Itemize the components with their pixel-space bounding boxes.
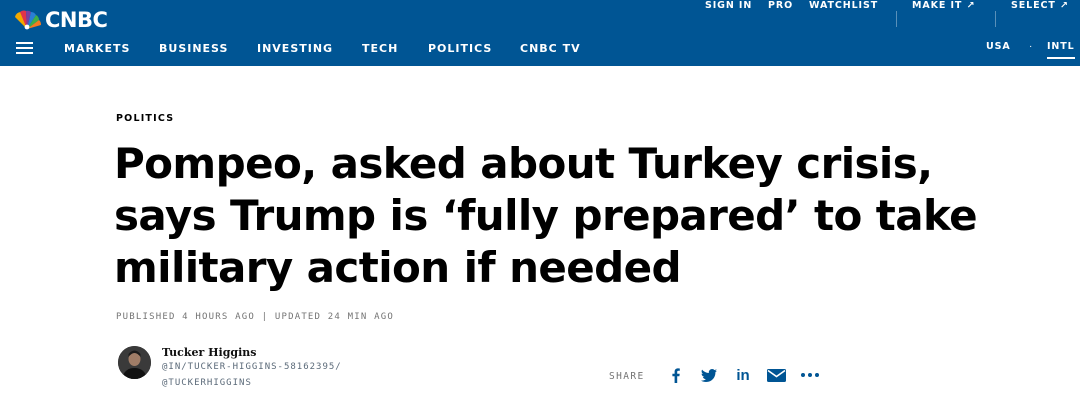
- edition-intl[interactable]: INTL: [1047, 41, 1075, 53]
- brand-name: CNBC: [45, 8, 108, 32]
- author-avatar[interactable]: [118, 346, 151, 379]
- author-photo: [118, 346, 151, 379]
- author-twitter-link[interactable]: @TUCKERHIGGINS: [162, 377, 252, 389]
- hamburger-menu-icon[interactable]: [16, 42, 33, 54]
- nav-politics[interactable]: POLITICS: [428, 42, 492, 56]
- select-link[interactable]: SELECT ↗: [1011, 0, 1069, 12]
- more-icon[interactable]: [800, 366, 820, 384]
- article-timestamps: PUBLISHED 4 HOURS AGO | UPDATED 24 MIN A…: [116, 312, 394, 322]
- make-it-link[interactable]: MAKE IT ↗: [912, 0, 975, 12]
- header-divider: [995, 11, 996, 27]
- pro-link[interactable]: PRO: [768, 0, 793, 12]
- author-name[interactable]: Tucker Higgins: [162, 346, 256, 359]
- article-headline: Pompeo, asked about Turkey crisis, says …: [114, 139, 978, 292]
- cnbc-logo[interactable]: CNBC: [12, 8, 108, 32]
- active-edition-underline: [1047, 57, 1075, 59]
- nav-investing[interactable]: INVESTING: [257, 42, 333, 56]
- share-label: SHARE: [609, 371, 645, 382]
- edition-usa[interactable]: USA: [986, 41, 1011, 53]
- edition-separator: ·: [1029, 41, 1033, 52]
- nav-cnbc-tv[interactable]: CNBC TV: [520, 42, 581, 56]
- sign-in-link[interactable]: SIGN IN: [705, 0, 752, 12]
- twitter-icon[interactable]: [700, 366, 718, 384]
- site-header: CNBC SIGN IN PRO WATCHLIST MAKE IT ↗ SEL…: [0, 0, 1080, 66]
- nav-tech[interactable]: TECH: [362, 42, 398, 56]
- email-icon[interactable]: [766, 366, 786, 384]
- watchlist-link[interactable]: WATCHLIST: [809, 0, 878, 12]
- nav-markets[interactable]: MARKETS: [64, 42, 130, 56]
- peacock-icon: [15, 10, 42, 30]
- linkedin-icon[interactable]: in: [733, 366, 753, 384]
- nav-business[interactable]: BUSINESS: [159, 42, 228, 56]
- header-divider: [896, 11, 897, 27]
- facebook-icon[interactable]: [670, 366, 682, 384]
- author-linkedin-link[interactable]: @IN/TUCKER-HIGGINS-58162395/: [162, 361, 342, 373]
- section-kicker[interactable]: POLITICS: [116, 113, 174, 125]
